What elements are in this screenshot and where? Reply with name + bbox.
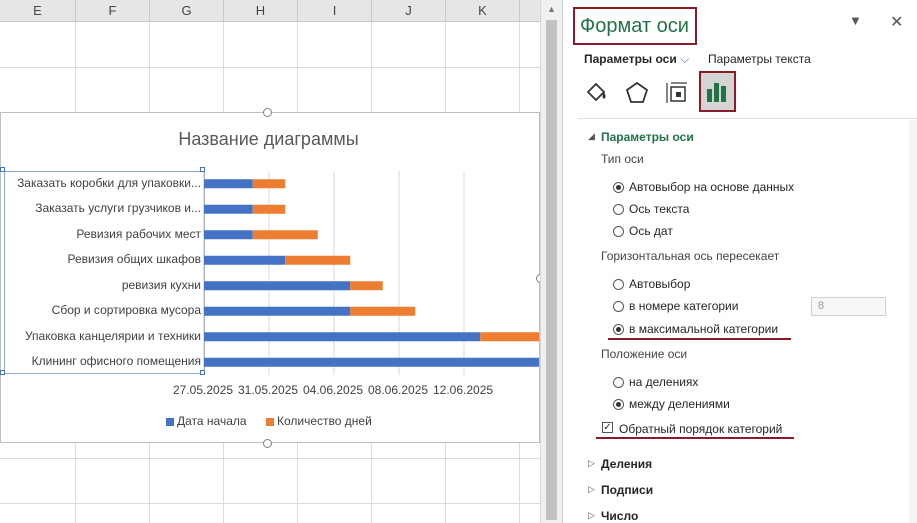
size-properties-icon[interactable] xyxy=(664,80,690,106)
column-header-e[interactable]: E xyxy=(0,0,76,22)
radio-axis-type-auto-label[interactable]: Автовыбор на основе данных xyxy=(629,180,794,194)
fill-line-icon[interactable] xyxy=(583,80,609,106)
legend-label-start-date[interactable]: Дата начала xyxy=(177,414,247,428)
collapse-triangle-icon[interactable]: ◢ xyxy=(588,131,595,142)
axis-handle[interactable] xyxy=(0,167,5,172)
bar-duration-days[interactable] xyxy=(480,332,539,342)
axis-type-label: Тип оси xyxy=(601,152,644,166)
bar-duration-days[interactable] xyxy=(252,204,286,214)
bar-start-date[interactable] xyxy=(204,230,253,240)
pane-options-dropdown-icon[interactable]: ▼ xyxy=(849,13,862,28)
group-number[interactable]: Число xyxy=(601,509,638,523)
column-header-i[interactable]: I xyxy=(298,0,372,22)
scroll-thumb[interactable] xyxy=(546,20,557,520)
radio-cross-category-number[interactable] xyxy=(613,301,624,312)
checkbox-reverse-order[interactable]: ✓ xyxy=(602,422,613,433)
x-axis-tick-label: 31.05.2025 xyxy=(238,383,299,397)
radio-cross-max-category[interactable] xyxy=(613,324,624,335)
column-header-h[interactable]: H xyxy=(224,0,298,22)
expand-triangle-icon[interactable]: ▷ xyxy=(588,484,595,495)
grid-line xyxy=(0,67,548,68)
spreadsheet-area[interactable]: E F G H I J K Название диаграммы Заказат… xyxy=(0,0,548,523)
bar-duration-days[interactable] xyxy=(350,281,383,291)
bar-duration-days[interactable] xyxy=(252,230,318,240)
column-header-f[interactable]: F xyxy=(76,0,150,22)
radio-axis-type-text[interactable] xyxy=(613,204,624,215)
radio-cross-max-category-label[interactable]: в максимальной категории xyxy=(629,322,778,336)
grid-line xyxy=(0,503,548,504)
legend-label-days[interactable]: Количество дней xyxy=(277,414,372,428)
gantt-chart[interactable]: Название диаграммы Заказать коробки для … xyxy=(0,112,540,443)
close-pane-icon[interactable]: ✕ xyxy=(890,12,903,32)
radio-cross-category-number-label[interactable]: в номере категории xyxy=(629,299,738,313)
tab-text-options[interactable]: Параметры текста xyxy=(708,52,811,66)
chart-resize-handle-bottom[interactable] xyxy=(263,439,272,448)
x-axis-tick-label: 08.06.2025 xyxy=(368,383,429,397)
legend-swatch-days xyxy=(266,418,274,426)
axis-handle[interactable] xyxy=(0,370,5,375)
expand-triangle-icon[interactable]: ▷ xyxy=(588,458,595,469)
checkbox-reverse-order-label[interactable]: Обратный порядок категорий xyxy=(619,422,782,436)
chart-resize-handle-top[interactable] xyxy=(263,108,272,117)
x-axis-tick-label: 27.05.2025 xyxy=(173,383,234,397)
radio-position-between-ticks[interactable] xyxy=(613,399,624,410)
radio-axis-type-auto[interactable] xyxy=(613,182,624,193)
radio-axis-type-text-label[interactable]: Ось текста xyxy=(629,202,689,216)
tab-axis-options-label: Параметры оси xyxy=(584,52,677,66)
axis-cross-label: Горизонтальная ось пересекает xyxy=(601,249,780,263)
radio-axis-type-date[interactable] xyxy=(613,226,624,237)
radio-axis-type-date-label[interactable]: Ось дат xyxy=(629,224,673,238)
chevron-down-icon: ⌵ xyxy=(680,52,690,66)
vertical-scrollbar[interactable]: ▲ xyxy=(540,0,563,523)
checkmark-icon: ✓ xyxy=(603,422,612,433)
x-axis-tick-label: 12.06.2025 xyxy=(433,383,494,397)
radio-cross-auto-label[interactable]: Автовыбор xyxy=(629,277,690,291)
bar-start-date[interactable] xyxy=(204,306,351,316)
scroll-up-arrow-icon[interactable]: ▲ xyxy=(541,3,562,15)
bar-start-date[interactable] xyxy=(204,255,286,265)
column-header-k[interactable]: K xyxy=(446,0,520,22)
bar-duration-days[interactable] xyxy=(252,179,286,189)
pane-divider xyxy=(578,118,917,119)
bar-start-date[interactable] xyxy=(204,204,253,214)
radio-cross-auto[interactable] xyxy=(613,279,624,290)
pane-scrollbar[interactable] xyxy=(909,120,917,523)
bar-start-date[interactable] xyxy=(204,357,539,367)
format-axis-pane: Формат оси ▼ ✕ Параметры оси ⌵ Параметры… xyxy=(563,0,917,523)
section-axis-options[interactable]: Параметры оси xyxy=(601,130,694,144)
bar-start-date[interactable] xyxy=(204,179,253,189)
axis-handle[interactable] xyxy=(200,370,205,375)
bar-start-date[interactable] xyxy=(204,332,481,342)
bar-chart-icon xyxy=(707,83,726,102)
highlight-underline xyxy=(596,437,794,439)
legend-swatch-start-date xyxy=(166,418,174,426)
x-axis-tick-label: 04.06.2025 xyxy=(303,383,364,397)
bar-duration-days[interactable] xyxy=(285,255,351,265)
column-header-g[interactable]: G xyxy=(150,0,224,22)
bar-start-date[interactable] xyxy=(204,281,351,291)
effects-pentagon-icon[interactable] xyxy=(624,80,650,106)
bar-duration-days[interactable] xyxy=(350,306,416,316)
column-header-j[interactable]: J xyxy=(372,0,446,22)
radio-position-on-ticks-label[interactable]: на делениях xyxy=(629,375,698,389)
category-number-input[interactable]: 8 xyxy=(811,297,886,316)
tab-axis-options[interactable]: Параметры оси ⌵ xyxy=(584,52,689,67)
group-labels[interactable]: Подписи xyxy=(601,483,653,497)
highlight-underline xyxy=(608,338,791,340)
group-ticks[interactable]: Деления xyxy=(601,457,652,471)
pane-title: Формат оси xyxy=(573,7,697,45)
expand-triangle-icon[interactable]: ▷ xyxy=(588,510,595,521)
radio-position-between-ticks-label[interactable]: между делениями xyxy=(629,397,730,411)
grid-line xyxy=(0,458,548,459)
axis-handle[interactable] xyxy=(200,167,205,172)
radio-position-on-ticks[interactable] xyxy=(613,377,624,388)
axis-options-icon-button[interactable] xyxy=(699,71,736,112)
axis-position-label: Положение оси xyxy=(601,347,688,361)
